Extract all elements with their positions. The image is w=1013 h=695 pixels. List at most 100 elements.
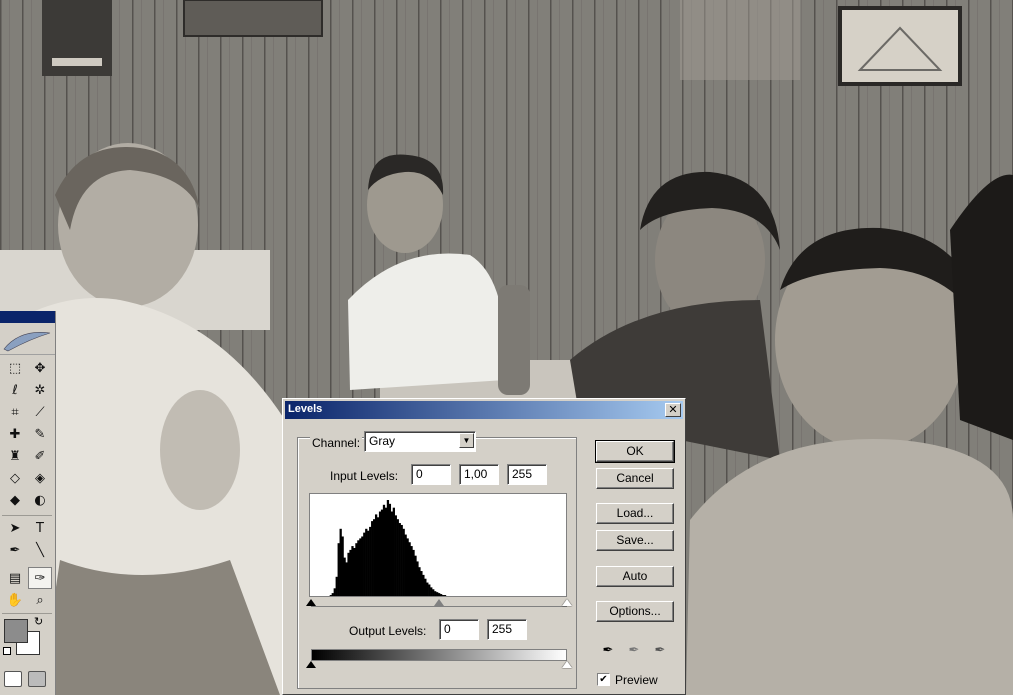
input-black-field[interactable]: 0 (411, 464, 451, 485)
hand-tool-icon[interactable]: ✋ (3, 589, 27, 611)
quick-mask-mode-icon[interactable] (28, 671, 46, 687)
zoom-tool-icon[interactable]: ⌕ (28, 589, 52, 611)
marquee-tool-icon[interactable]: ⬚ (3, 357, 27, 379)
crop-tool-icon[interactable]: ⌗ (3, 401, 27, 423)
output-white-slider-handle[interactable] (562, 661, 572, 668)
channel-value: Gray (369, 434, 396, 448)
histogram-bar (337, 543, 340, 596)
channel-label: Channel: (310, 436, 363, 450)
histogram-bar (400, 524, 403, 596)
histogram-bar (347, 552, 350, 596)
histogram-bar (357, 540, 360, 596)
close-icon[interactable]: ✕ (665, 403, 681, 417)
histogram-bar (386, 500, 390, 596)
input-gamma-field[interactable]: 1,00 (459, 464, 499, 485)
toolbox-titlebar[interactable] (0, 311, 55, 323)
eyedropper-tool-icon[interactable]: ✑ (28, 567, 52, 589)
histogram-bar (392, 507, 395, 596)
histogram-bar (388, 503, 392, 596)
save-button[interactable]: Save... (596, 530, 674, 551)
histogram-bar (333, 588, 336, 596)
histogram-bar (384, 507, 388, 596)
options-button[interactable]: Options... (596, 601, 674, 622)
histogram-bar (331, 593, 334, 596)
input-gamma-slider-handle[interactable] (434, 599, 444, 606)
histogram-bar (398, 523, 401, 596)
histogram-bar (329, 595, 332, 596)
histogram-bar (420, 571, 423, 596)
lasso-tool-icon[interactable]: ℓ (3, 379, 27, 401)
histogram-bar (374, 514, 378, 596)
ok-button[interactable]: OK (595, 440, 675, 463)
black-point-eyedropper-icon[interactable]: ✒ (599, 643, 617, 661)
histogram-bar (345, 562, 348, 596)
line-tool-icon[interactable]: ╲ (28, 539, 52, 561)
histogram-bar (378, 511, 382, 596)
gray-point-eyedropper-icon[interactable]: ✒ (625, 643, 643, 661)
chevron-down-icon[interactable]: ▼ (459, 433, 474, 448)
output-white-field[interactable]: 255 (487, 619, 527, 640)
histogram-bar (406, 538, 409, 596)
histogram-bar (424, 578, 427, 596)
dodge-tool-icon[interactable]: ◐ (28, 489, 52, 511)
notes-tool-icon[interactable]: ▤ (3, 567, 27, 589)
brush-tool-icon[interactable]: ✎ (28, 423, 52, 445)
foreground-color-swatch[interactable] (4, 619, 28, 643)
input-white-slider-handle[interactable] (562, 599, 572, 606)
pen-tool-icon[interactable]: ✒ (3, 539, 27, 561)
eraser-tool-icon[interactable]: ◇ (3, 467, 27, 489)
histogram-bar (416, 561, 419, 596)
feather-logo[interactable] (0, 323, 55, 355)
histogram-bar (365, 528, 368, 596)
type-tool-icon[interactable]: T (28, 517, 52, 539)
white-point-eyedropper-icon[interactable]: ✒ (651, 643, 669, 661)
histogram-bar (439, 594, 443, 596)
histogram-bar (443, 595, 447, 596)
channel-select[interactable]: Gray ▼ (364, 431, 476, 452)
input-black-slider-handle[interactable] (306, 599, 316, 606)
slice-tool-icon[interactable]: ⟋ (28, 401, 52, 423)
histogram-bar (418, 567, 421, 596)
histogram-bar (351, 546, 354, 596)
cancel-button[interactable]: Cancel (596, 468, 674, 489)
healing-brush-tool-icon[interactable]: ✚ (3, 423, 27, 445)
default-colors-icon[interactable] (3, 647, 11, 655)
input-white-field[interactable]: 255 (507, 464, 547, 485)
preview-checkbox[interactable]: ✔ (597, 673, 610, 686)
histogram-bar (373, 519, 376, 596)
histogram-bar (382, 504, 386, 596)
load-button[interactable]: Load... (596, 503, 674, 524)
path-selection-tool-icon[interactable]: ➤ (3, 517, 27, 539)
auto-button[interactable]: Auto (596, 566, 674, 587)
toolbox-panel: ⬚ ✥ ℓ ✲ ⌗ ⟋ ✚ ✎ ♜ ✐ ◇ ◈ ◆ ◐ ➤ T ✒ ╲ ▤ ✑ ✋ ⌕ ↻ (0, 311, 56, 695)
framed-picture (838, 6, 962, 86)
histogram-bar (436, 592, 439, 596)
wall-frame (183, 0, 323, 37)
output-black-field[interactable]: 0 (439, 619, 479, 640)
magic-wand-tool-icon[interactable]: ✲ (28, 379, 52, 401)
histogram-bar (390, 511, 394, 596)
standard-mode-icon[interactable] (4, 671, 22, 687)
clone-stamp-tool-icon[interactable]: ♜ (3, 445, 27, 467)
preview-label[interactable]: Preview (615, 673, 658, 687)
histogram-bar (363, 532, 366, 596)
histogram-bar (339, 528, 342, 596)
histogram-bar (376, 517, 380, 596)
histogram-chart (309, 493, 567, 597)
histogram-bar (426, 582, 429, 596)
output-gradient-bar (311, 649, 567, 661)
history-brush-tool-icon[interactable]: ✐ (28, 445, 52, 467)
swap-colors-icon[interactable]: ↻ (34, 615, 43, 628)
histogram-bar (355, 543, 358, 596)
output-black-slider-handle[interactable] (306, 661, 316, 668)
blur-tool-icon[interactable]: ◆ (3, 489, 27, 511)
histogram-bar (430, 587, 433, 596)
histogram-bar (361, 536, 364, 596)
paint-bucket-tool-icon[interactable]: ◈ (28, 467, 52, 489)
dialog-titlebar[interactable]: Levels ✕ (285, 401, 683, 419)
move-tool-icon[interactable]: ✥ (28, 357, 52, 379)
checkmark-icon: ✔ (599, 674, 608, 685)
histogram-bar (349, 549, 352, 596)
input-slider-track[interactable] (311, 606, 567, 607)
wine-bottle (498, 285, 530, 395)
